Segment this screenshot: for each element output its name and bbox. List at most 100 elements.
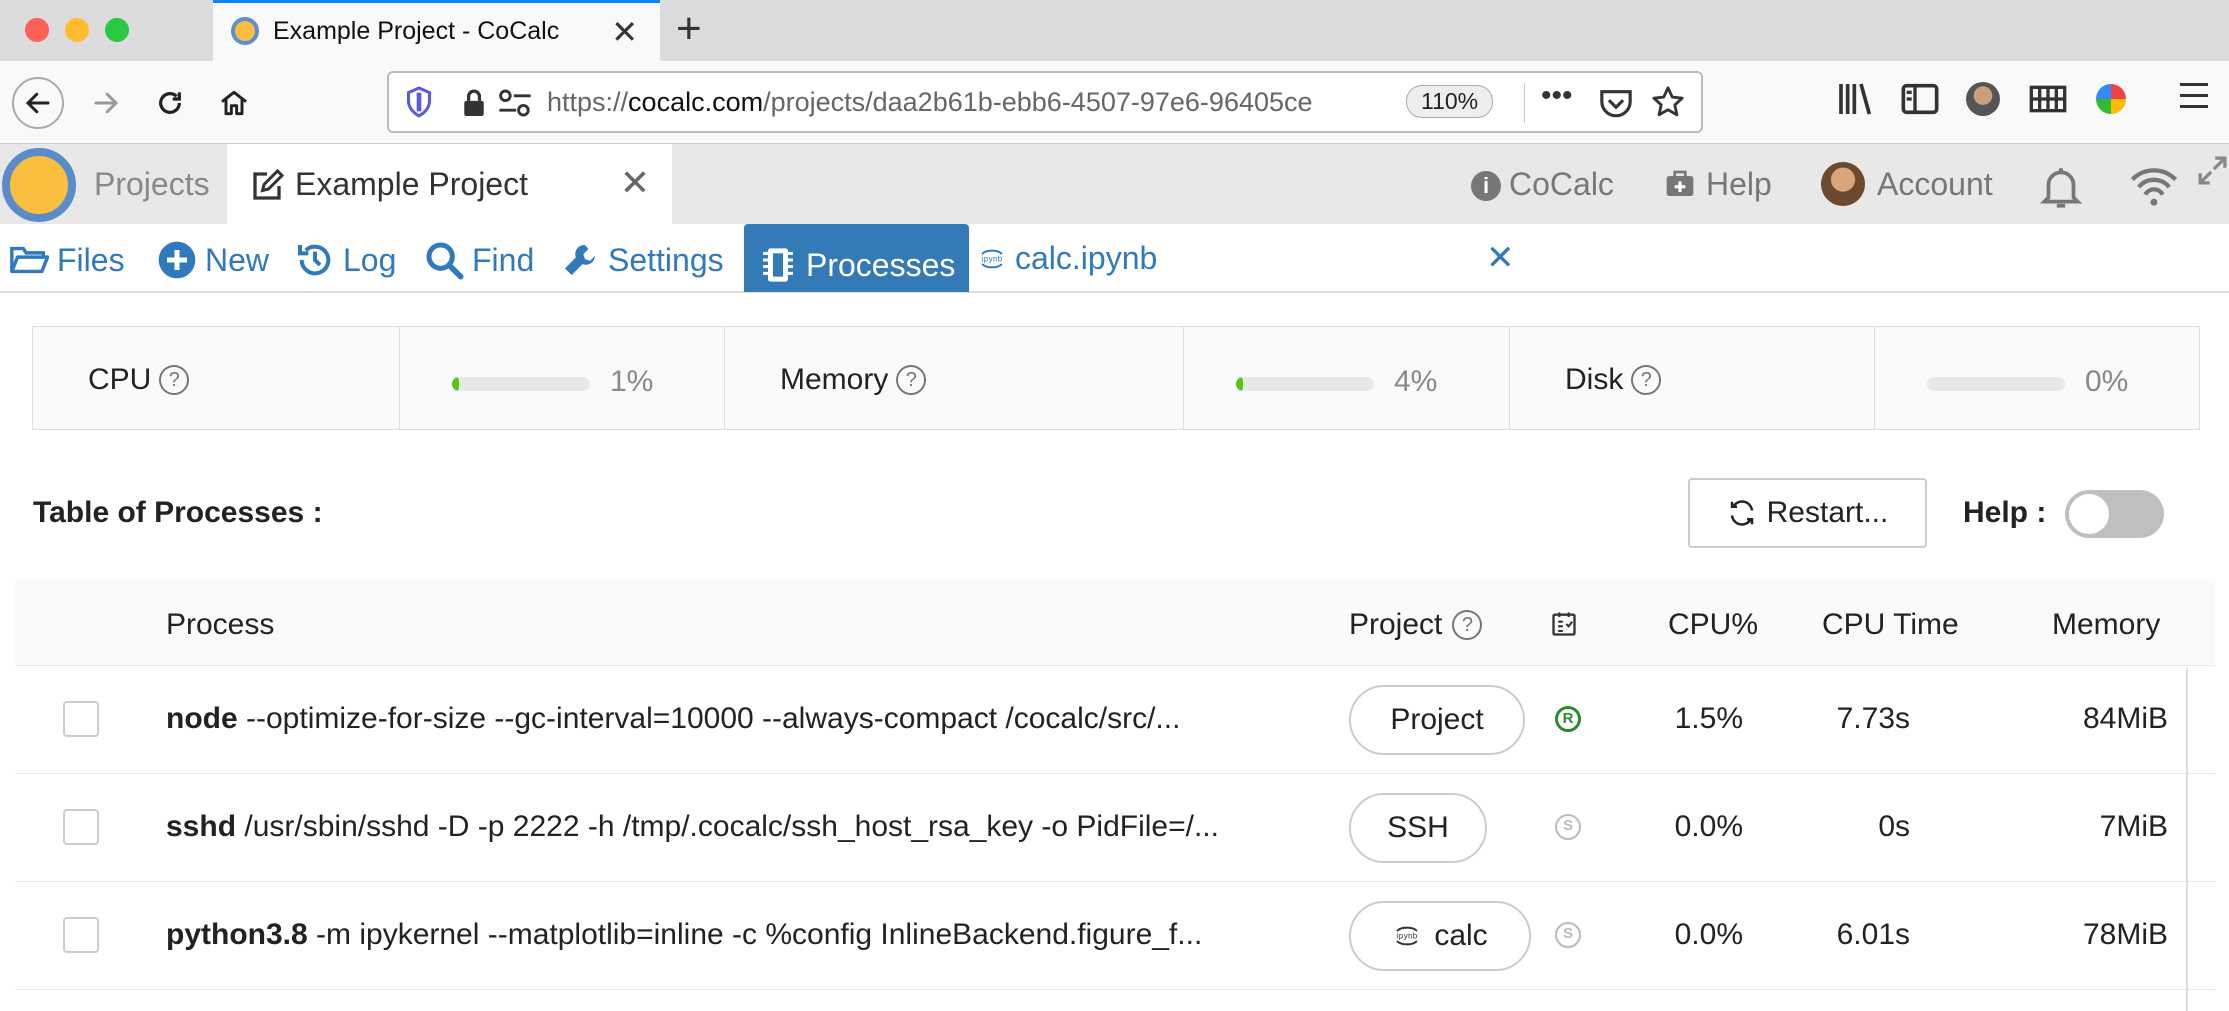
row-checkbox[interactable] xyxy=(63,917,99,953)
tab-new[interactable]: New xyxy=(157,240,269,280)
tab-find[interactable]: Find xyxy=(424,240,534,280)
medkit-icon xyxy=(1666,170,1694,196)
url-bar[interactable]: https://cocalc.com/projects/daa2b61b-ebb… xyxy=(387,71,1703,133)
project-tab-close-button[interactable]: ✕ xyxy=(620,162,650,204)
memory-help-icon[interactable]: ? xyxy=(896,365,927,395)
connection-wifi-icon[interactable] xyxy=(2128,164,2180,208)
disk-label: Disk xyxy=(1565,363,1624,396)
memory-value: 84MiB xyxy=(2082,702,2168,735)
svg-text:ipynb: ipynb xyxy=(1397,932,1418,941)
url-text[interactable]: https://cocalc.com/projects/daa2b61b-ebb… xyxy=(547,87,1377,118)
lock-icon[interactable] xyxy=(461,87,487,119)
disk-percent: 0% xyxy=(2085,365,2129,398)
cocalc-topbar: Projects Example Project ✕ i CoCalc Help … xyxy=(0,144,2229,224)
process-command: node --optimize-for-size --gc-interval=1… xyxy=(166,702,1181,735)
back-button[interactable] xyxy=(12,77,64,129)
reload-icon xyxy=(159,92,181,114)
restart-label: Restart... xyxy=(1766,496,1889,529)
restart-button[interactable]: Restart... xyxy=(1688,478,1927,548)
cpu-help-icon[interactable]: ? xyxy=(159,365,190,395)
extension-icon[interactable] xyxy=(2096,84,2126,114)
table-scrollbar[interactable] xyxy=(2186,668,2188,1011)
table-row[interactable]: python3.8 -m ipykernel --matplotlib=inli… xyxy=(15,882,2215,990)
cpu-percent: 1% xyxy=(610,365,654,398)
tab-calc-ipynb[interactable]: ipynb calc.ipynb xyxy=(977,240,1157,277)
home-icon xyxy=(221,90,247,116)
window-close-button[interactable] xyxy=(25,18,49,42)
cpu-pct-value: 0.0% xyxy=(1674,810,1743,843)
project-tab[interactable]: Example Project ✕ xyxy=(227,144,672,224)
running-badge-icon: R xyxy=(1555,706,1581,732)
table-row[interactable]: sshd /usr/sbin/sshd -D -p 2222 -h /tmp/.… xyxy=(15,774,2215,882)
browser-tab-close-button[interactable]: ✕ xyxy=(611,13,638,51)
menu-icon[interactable] xyxy=(2180,83,2208,116)
new-tab-button[interactable]: + xyxy=(676,4,702,54)
library-icon[interactable] xyxy=(1836,79,1876,119)
help-toggle-label: Help : xyxy=(1963,496,2047,529)
reload-button[interactable] xyxy=(144,77,196,129)
info-icon: i xyxy=(1471,171,1501,201)
header-cpu-time[interactable]: CPU Time xyxy=(1822,608,1959,642)
tab-files[interactable]: Files xyxy=(9,240,125,280)
account-avatar[interactable] xyxy=(1821,162,1865,206)
notebook-tag-button[interactable]: ipynb calc xyxy=(1349,901,1531,971)
history-icon xyxy=(298,244,331,276)
project-help-icon[interactable]: ? xyxy=(1452,610,1483,640)
cpu-progress-bar xyxy=(452,377,590,391)
header-project[interactable]: Project? xyxy=(1349,608,1483,642)
microchip-icon xyxy=(763,248,793,282)
process-command: python3.8 -m ipykernel --matplotlib=inli… xyxy=(166,918,1203,951)
ssh-tag-button[interactable]: SSH xyxy=(1349,793,1487,863)
header-memory[interactable]: Memory xyxy=(2052,608,2160,642)
tab-settings[interactable]: Settings xyxy=(560,240,724,280)
table-row[interactable]: node --optimize-for-size --gc-interval=1… xyxy=(15,666,2215,774)
account-link[interactable]: Account xyxy=(1877,166,1993,203)
home-button[interactable] xyxy=(208,77,260,129)
sleeping-badge-icon: S xyxy=(1555,814,1581,840)
page-actions-button[interactable]: ••• xyxy=(1541,79,1573,113)
sleeping-badge-icon: S xyxy=(1555,922,1581,948)
arrow-right-icon xyxy=(94,92,119,114)
window-minimize-button[interactable] xyxy=(65,18,89,42)
project-tag-button[interactable]: Project xyxy=(1349,685,1525,755)
cocalc-link[interactable]: i CoCalc xyxy=(1471,166,1614,203)
cpu-label: CPU xyxy=(88,363,152,396)
process-type-header-icon[interactable] xyxy=(1550,610,1578,638)
zoom-indicator[interactable]: 110% xyxy=(1406,85,1494,118)
disk-help-icon[interactable]: ? xyxy=(1631,365,1662,395)
window-zoom-button[interactable] xyxy=(105,18,129,42)
notifications-bell-icon[interactable] xyxy=(2036,162,2086,212)
permissions-icon[interactable] xyxy=(497,87,533,119)
close-file-tab-button[interactable]: ✕ xyxy=(1486,238,1515,278)
row-checkbox[interactable] xyxy=(63,809,99,845)
project-nav-tabs: Files New Log Find Settings Processes ip… xyxy=(0,224,2229,293)
wrench-icon xyxy=(565,245,595,275)
tracking-shield-icon[interactable] xyxy=(405,85,433,119)
project-title: Example Project xyxy=(295,166,528,202)
row-checkbox[interactable] xyxy=(63,701,99,737)
cocalc-logo[interactable] xyxy=(2,148,76,222)
memory-usage-cell: 4% xyxy=(1184,327,1510,429)
jupyter-icon: ipynb xyxy=(1396,926,1419,946)
help-link[interactable]: Help xyxy=(1664,166,1772,203)
cpu-time-value: 7.73s xyxy=(1836,702,1910,735)
help-toggle-switch[interactable] xyxy=(2065,490,2164,538)
sidebar-icon[interactable] xyxy=(1900,79,1940,119)
header-process[interactable]: Process xyxy=(166,608,274,642)
bookmark-star-icon[interactable] xyxy=(1651,85,1685,119)
memory-percent: 4% xyxy=(1394,365,1438,398)
forward-button[interactable] xyxy=(80,77,132,129)
memory-value: 78MiB xyxy=(2082,918,2168,951)
user-avatar-icon[interactable] xyxy=(1966,82,2000,116)
table-title: Table of Processes : xyxy=(33,496,323,529)
toggle-knob xyxy=(2069,494,2109,534)
fullscreen-icon[interactable] xyxy=(2196,154,2229,187)
projects-link[interactable]: Projects xyxy=(94,166,210,203)
tab-processes[interactable]: Processes xyxy=(744,224,970,292)
tab-log[interactable]: Log xyxy=(295,240,396,280)
container-tabs-icon[interactable] xyxy=(2028,79,2068,119)
pocket-icon[interactable] xyxy=(1599,87,1633,119)
memory-label-cell: Memory? xyxy=(725,327,1184,429)
browser-tab[interactable]: Example Project - CoCalc ✕ xyxy=(213,0,660,61)
header-cpu-pct[interactable]: CPU% xyxy=(1668,608,1758,642)
